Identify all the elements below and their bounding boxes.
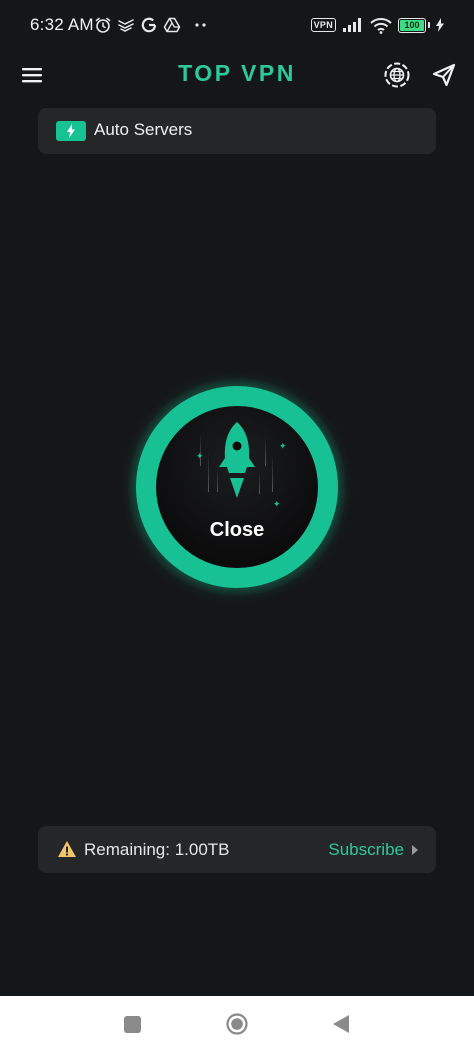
status-left-icons [94,13,208,37]
home-button[interactable] [226,1013,248,1035]
notification-icon [117,16,135,34]
server-selector[interactable]: Auto Servers [38,108,436,154]
rocket-streak [208,452,209,492]
recents-button[interactable] [124,1016,141,1033]
more-dots-icon [194,22,208,28]
rocket-streak [265,436,266,466]
sparkle-icon: ✦ [279,441,287,451]
vpn-home-screen: 6:32 AM VPN 100 TOP VPN Auto Servers ✦ ✦… [0,0,474,1053]
share-button[interactable] [430,61,458,89]
connect-label: Close [209,519,265,541]
google-icon [140,16,158,34]
battery-level: 100 [404,20,420,30]
system-navigation-bar [0,996,474,1053]
globe-settings-button[interactable] [383,61,411,89]
globe-settings-icon [384,62,410,88]
signal-icon [342,17,364,33]
subscribe-label: Subscribe [328,840,404,859]
server-label: Auto Servers [94,120,193,139]
app-header: TOP VPN [0,50,474,100]
rocket-streak [272,454,273,492]
data-usage-bar: Remaining: 1.00TB Subscribe [38,826,436,873]
status-right-icons: VPN 100 [310,13,444,37]
subscribe-button[interactable]: Subscribe [328,840,418,860]
home-icon [226,1013,248,1035]
charging-icon [436,18,444,32]
back-icon [333,1015,349,1033]
back-button[interactable] [332,1014,350,1034]
connect-button-inner: ✦ ✦ ✦ Close [156,406,318,568]
warning-icon [58,841,76,857]
sparkle-icon: ✦ [196,451,204,461]
wifi-icon [370,17,392,34]
chevron-right-icon [412,845,418,855]
battery-tip [428,22,430,28]
sparkle-icon: ✦ [273,499,281,509]
status-time: 6:32 AM [30,15,94,34]
alarm-icon [94,16,112,34]
battery-indicator: 100 [398,17,426,33]
remaining-data-text: Remaining: 1.00TB [84,840,230,859]
send-icon [432,63,456,87]
bolt-icon [56,121,86,141]
status-bar: 6:32 AM VPN 100 [0,0,474,50]
rocket-icon [219,422,255,498]
drive-icon [163,16,181,34]
connect-button[interactable]: ✦ ✦ ✦ Close [136,386,338,588]
vpn-status-badge: VPN [310,18,336,32]
